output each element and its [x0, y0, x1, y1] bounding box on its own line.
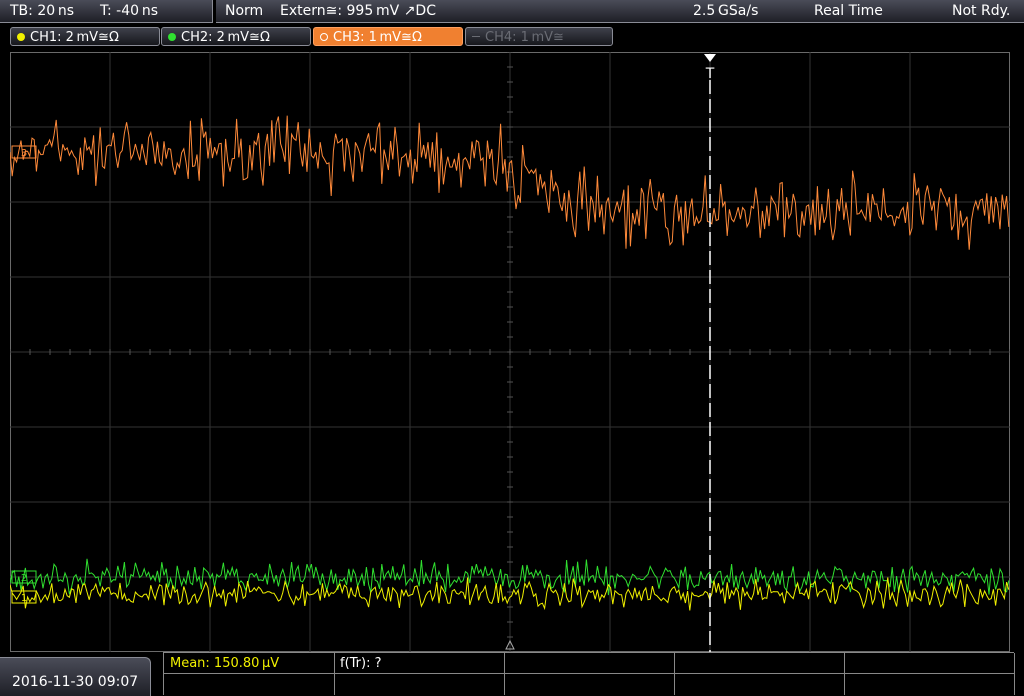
trigger-panel[interactable]: Norm Extern≅: 995 mV ↗DC 2.5 GSa/s Real … [216, 0, 1024, 23]
measurement-cell [674, 674, 845, 695]
trigger-source-label: Extern≅: 995 mV ↗DC [280, 3, 436, 19]
measurement-row: Mean: 150.80 µV f(Tr): ? [164, 652, 1015, 674]
waveform-display[interactable]: T 3 2 1 [10, 52, 1010, 652]
acquisition-state-label: Not Rdy. [952, 3, 1011, 19]
measurement-cell [164, 674, 335, 695]
channel-3-label: CH3: 1 mV≅Ω [333, 30, 422, 45]
measurement-cell [504, 674, 675, 695]
channel-1-label: CH1: 2 mV≅Ω [30, 30, 119, 45]
measurement-row [164, 673, 1015, 695]
channel-1-button[interactable]: CH1: 2 mV≅Ω [10, 27, 160, 46]
trigger-marker-label: T [705, 66, 715, 82]
measurement-cell [334, 674, 505, 695]
channel-4-dash-icon [472, 36, 480, 37]
measurement-cell [504, 653, 675, 674]
channel-2-dot-icon [168, 33, 176, 41]
trigger-mode-label: Norm [225, 3, 264, 19]
channel-2-button[interactable]: CH2: 2 mV≅Ω [161, 27, 311, 46]
channel-1-dot-icon [17, 33, 25, 41]
sample-rate-label: 2.5 GSa/s [693, 3, 759, 19]
timebase-label: TB: 20 ns [10, 3, 75, 19]
channel-bar: CH1: 2 mV≅Ω CH2: 2 mV≅Ω CH3: 1 mV≅Ω CH4:… [0, 24, 1024, 50]
channel-3-dot-icon [320, 33, 328, 41]
measurement-cell [844, 653, 1015, 674]
measurement-cell [674, 653, 845, 674]
measurement-cell [844, 674, 1015, 695]
channel-2-label: CH2: 2 mV≅Ω [181, 30, 270, 45]
channel-3-button[interactable]: CH3: 1 mV≅Ω [313, 27, 463, 46]
timebase-panel[interactable]: TB: 20 ns T: -40 ns [0, 0, 213, 23]
measurement-cell: f(Tr): ? [334, 653, 505, 674]
datetime-label: 2016-11-30 09:07 [12, 674, 139, 690]
svg-text:3: 3 [21, 148, 27, 159]
acquisition-mode-label: Real Time [814, 3, 883, 19]
measurement-cell: Mean: 150.80 µV [164, 653, 335, 674]
trigger-time-label: T: -40 ns [100, 3, 159, 19]
measurement-table[interactable]: Mean: 150.80 µV f(Tr): ? [163, 652, 1015, 695]
datetime-panel: 2016-11-30 09:07 [0, 657, 151, 696]
svg-text:1: 1 [21, 593, 27, 604]
svg-text:2: 2 [21, 573, 27, 584]
status-bar: TB: 20 ns T: -40 ns Norm Extern≅: 995 mV… [0, 0, 1024, 24]
mean-measurement: Mean: 150.80 µV [170, 656, 280, 671]
channel-4-label: CH4: 1 mV≅ [485, 30, 564, 45]
frequency-measurement: f(Tr): ? [340, 656, 382, 671]
channel-4-button[interactable]: CH4: 1 mV≅ [465, 27, 613, 46]
